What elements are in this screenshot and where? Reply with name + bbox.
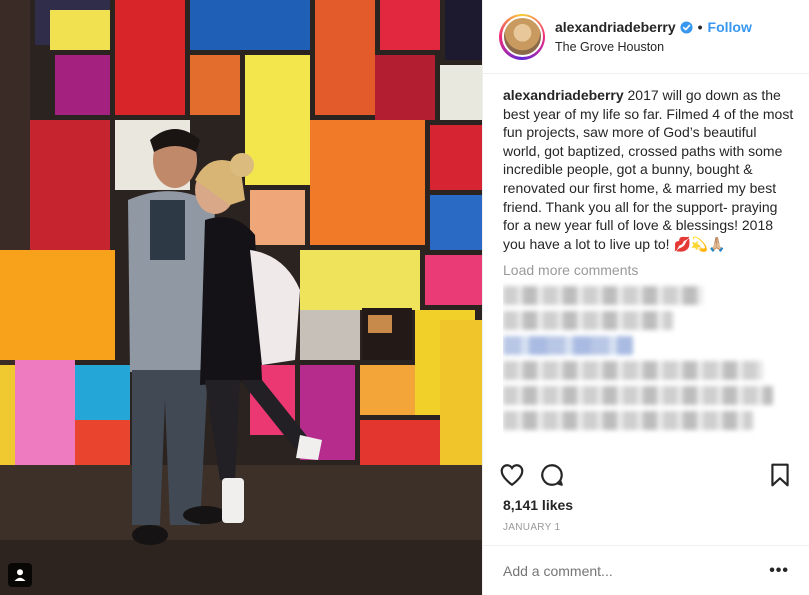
separator-dot: • (697, 19, 703, 35)
post-date[interactable]: JANUARY 1 (503, 522, 560, 533)
follow-button[interactable]: Follow (708, 19, 752, 35)
post-header: alexandriadeberry • Follow The Grove Hou… (483, 0, 809, 74)
bookmark-icon[interactable] (767, 462, 793, 488)
blurred-comments (503, 286, 795, 431)
comment-input[interactable] (503, 562, 770, 579)
blurred-comment-line (503, 336, 633, 356)
person-tag-icon[interactable] (8, 563, 32, 587)
caption: alexandriadeberry 2017 will go down as t… (503, 86, 795, 253)
username-link[interactable]: alexandriadeberry (555, 19, 676, 35)
post-side-panel: alexandriadeberry • Follow The Grove Hou… (482, 0, 809, 595)
caption-text: 2017 will go down as the best year of my… (503, 87, 794, 252)
post-photo[interactable] (0, 0, 482, 595)
header-row: alexandriadeberry • Follow (555, 19, 752, 35)
action-bar (499, 460, 793, 490)
likes-count[interactable]: 8,141 likes (503, 497, 573, 513)
load-more-comments-button[interactable]: Load more comments (503, 262, 795, 278)
heart-icon[interactable] (499, 462, 525, 488)
story-ring[interactable] (499, 13, 545, 60)
more-options-button[interactable]: ••• (769, 562, 789, 580)
blurred-comment-line (503, 286, 703, 306)
blurred-comment-line (503, 386, 773, 406)
comments-area[interactable]: alexandriadeberry 2017 will go down as t… (503, 86, 795, 456)
photo-image (0, 0, 482, 595)
blurred-comment-line (503, 311, 673, 331)
location-link[interactable]: The Grove Houston (555, 40, 752, 54)
caption-username[interactable]: alexandriadeberry (503, 87, 624, 103)
blurred-comment-line (503, 411, 753, 431)
avatar[interactable] (501, 16, 543, 57)
header-text: alexandriadeberry • Follow The Grove Hou… (555, 19, 752, 54)
verified-badge-icon (680, 20, 693, 34)
add-comment-bar: ••• (483, 545, 809, 595)
comment-icon[interactable] (539, 462, 565, 488)
blurred-comment-line (503, 361, 763, 381)
